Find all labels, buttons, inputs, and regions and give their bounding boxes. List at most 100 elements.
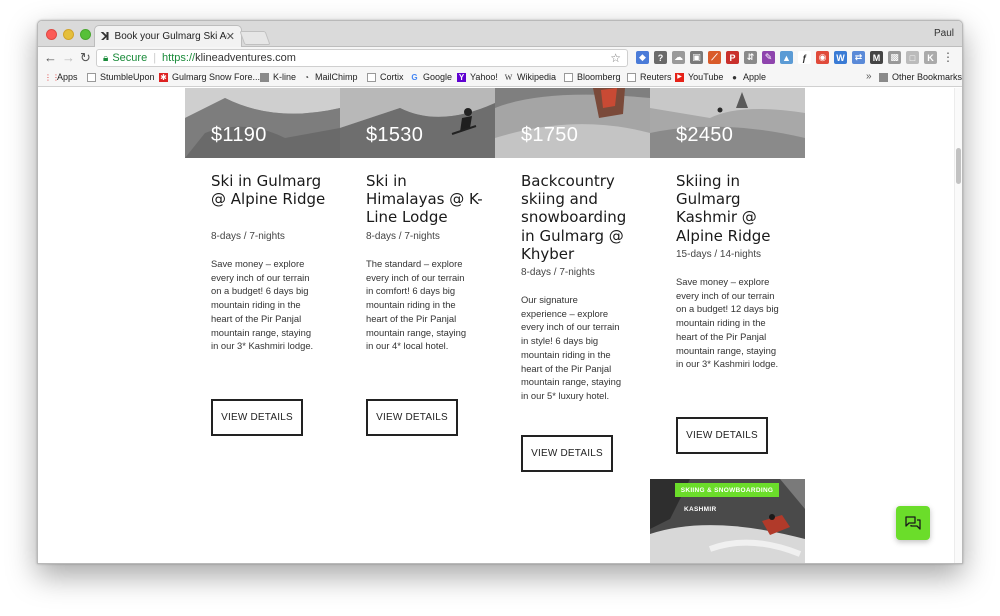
reload-icon[interactable]: ↻ — [80, 50, 91, 66]
pinterest-icon[interactable]: P — [726, 51, 739, 64]
bookmark-item[interactable]: ● Apple — [730, 72, 766, 82]
package-title[interactable]: Ski in Himalayas @ K-Line Lodge — [366, 172, 488, 227]
bookmark-item[interactable]: ◔ MailChimp — [302, 72, 357, 82]
package-image[interactable]: $2450 — [650, 88, 805, 158]
tab-close-icon[interactable]: ✕ — [226, 30, 235, 43]
package-price: $1190 — [211, 124, 267, 146]
browser-toolbar: ← → ↻ 🔒︎ Secure | https:// klineadventur… — [38, 47, 962, 69]
package-image[interactable]: $1190 — [185, 88, 340, 158]
extension-icon[interactable]: ✎ — [762, 51, 775, 64]
page-icon — [564, 72, 573, 82]
bookmark-label: Apple — [743, 72, 767, 82]
bookmark-item[interactable]: Reuters — [627, 72, 672, 82]
bookmark-label: Wikipedia — [517, 72, 557, 82]
page-icon — [627, 72, 636, 82]
browser-tab[interactable]: ꓘ Book your Gulmarg Ski Adven ✕ — [94, 25, 242, 47]
address-bar[interactable]: 🔒︎ Secure | https:// klineadventures.com… — [96, 49, 628, 67]
close-window-button[interactable] — [46, 29, 57, 40]
package-price: $1530 — [366, 124, 424, 146]
extension-icon[interactable]: ◆ — [636, 51, 649, 64]
site-logo-icon: ꓘ — [101, 31, 110, 43]
extension-icon[interactable]: ⇵ — [744, 51, 757, 64]
bookmark-item[interactable]: ✱ Gulmarg Snow Fore... — [159, 72, 260, 82]
skier-photo — [340, 88, 495, 158]
bookmark-item[interactable]: G Google — [410, 72, 452, 82]
package-description: Save money – explore every inch of our t… — [676, 276, 779, 370]
extension-icon[interactable]: ☁ — [672, 51, 685, 64]
bookmark-item[interactable]: K-line — [260, 72, 296, 82]
page-icon — [367, 72, 376, 82]
extension-icon[interactable]: ▲ — [780, 51, 793, 64]
extension-icon[interactable]: ⇄ — [852, 51, 865, 64]
extension-icon[interactable]: M — [870, 51, 883, 64]
url-scheme: https:// — [162, 52, 196, 64]
tab-bar: ꓘ Book your Gulmarg Ski Adven ✕ Paul — [38, 21, 962, 47]
bookmark-item[interactable]: Y Yahoo! — [457, 72, 498, 82]
bookmark-item[interactable]: StumbleUpon — [87, 72, 155, 82]
package-image[interactable]: $1530 — [340, 88, 495, 158]
tab-title: Book your Gulmarg Ski Adven — [114, 31, 227, 42]
package-duration: 15-days / 14-nights — [676, 249, 762, 260]
page-scrollbar[interactable] — [954, 88, 962, 563]
bookmark-label: Bloomberg — [577, 72, 621, 82]
other-bookmarks[interactable]: Other Bookmarks — [879, 72, 962, 82]
promo-tile[interactable]: SKIING & SNOWBOARDING KASHMIR — [650, 479, 805, 563]
bookmark-label: StumbleUpon — [100, 72, 155, 82]
more-bookmarks-chevron-icon[interactable]: » — [866, 71, 872, 82]
mailchimp-icon: ◔ — [304, 72, 309, 82]
bookmark-label: K-line — [273, 72, 297, 82]
bookmark-item[interactable]: ⋮⋮ Apps — [44, 72, 78, 82]
divider: | — [153, 52, 157, 64]
page-viewport: $1190 Ski in Gulmarg @ Alpine Ridge 8-da… — [38, 88, 956, 563]
view-details-button[interactable]: VIEW DETAILS — [211, 399, 303, 436]
bookmark-label: Reuters — [640, 72, 672, 82]
bookmark-label: Google — [423, 72, 453, 82]
bookmark-label: Apps — [57, 72, 78, 82]
bookmark-label: Cortix — [380, 72, 404, 82]
package-price: $2450 — [676, 124, 734, 146]
chat-bubbles-icon — [905, 515, 921, 530]
bookmark-item[interactable]: Cortix — [367, 72, 404, 82]
extension-icon[interactable]: ▣ — [690, 51, 703, 64]
package-card: $2450 Skiing in Gulmarg Kashmir @ Alpine… — [650, 88, 805, 478]
chat-button[interactable] — [896, 506, 930, 540]
extension-icon[interactable]: □ — [906, 51, 919, 64]
minimize-window-button[interactable] — [63, 29, 74, 40]
bookmark-item[interactable]: Bloomberg — [564, 72, 621, 82]
extension-icon[interactable]: K — [924, 51, 937, 64]
extension-icon[interactable]: ◉ — [816, 51, 829, 64]
menu-icon[interactable]: ⋮ — [942, 50, 954, 64]
snowy-trees-photo — [650, 88, 805, 158]
view-details-button[interactable]: VIEW DETAILS — [676, 417, 768, 454]
package-card: $1750 Backcountry skiing and snowboardin… — [495, 88, 650, 508]
bookmark-star-icon[interactable]: ☆ — [610, 51, 621, 65]
package-image[interactable]: $1750 — [495, 88, 650, 158]
page-icon — [87, 72, 96, 82]
google-icon: G — [411, 72, 418, 82]
bookmark-label: Yahoo! — [470, 72, 498, 82]
package-title[interactable]: Backcountry skiing and snowboarding in G… — [521, 172, 643, 263]
forward-arrow-icon[interactable]: → — [62, 50, 75, 65]
new-tab-button[interactable] — [239, 31, 271, 45]
bookmarks-bar: ⋮⋮ Apps StumbleUpon ✱ Gulmarg Snow Fore.… — [38, 69, 962, 87]
category-badge[interactable]: SKIING & SNOWBOARDING — [675, 483, 779, 497]
extension-icon[interactable]: ▩ — [888, 51, 901, 64]
view-details-button[interactable]: VIEW DETAILS — [366, 399, 458, 436]
package-duration: 8-days / 7-nights — [211, 231, 285, 242]
extension-icon[interactable]: ⟋ — [708, 51, 721, 64]
bookmark-item[interactable]: W Wikipedia — [504, 72, 556, 82]
package-title[interactable]: Skiing in Gulmarg Kashmir @ Alpine Ridge — [676, 172, 798, 245]
extension-icon[interactable]: W — [834, 51, 847, 64]
formula-icon[interactable]: ƒ — [798, 51, 811, 64]
maximize-window-button[interactable] — [80, 29, 91, 40]
package-card: $1190 Ski in Gulmarg @ Alpine Ridge 8-da… — [185, 88, 340, 468]
package-description: Save money – explore every inch of our t… — [211, 258, 314, 352]
package-title[interactable]: Ski in Gulmarg @ Alpine Ridge — [211, 172, 333, 208]
view-details-button[interactable]: VIEW DETAILS — [521, 435, 613, 472]
back-arrow-icon[interactable]: ← — [44, 50, 57, 65]
profile-name[interactable]: Paul — [934, 28, 954, 39]
extension-icon[interactable]: ? — [654, 51, 667, 64]
bookmark-item[interactable]: ▶ YouTube — [675, 72, 723, 82]
scrollbar-thumb[interactable] — [956, 148, 961, 184]
folder-icon — [260, 72, 269, 82]
